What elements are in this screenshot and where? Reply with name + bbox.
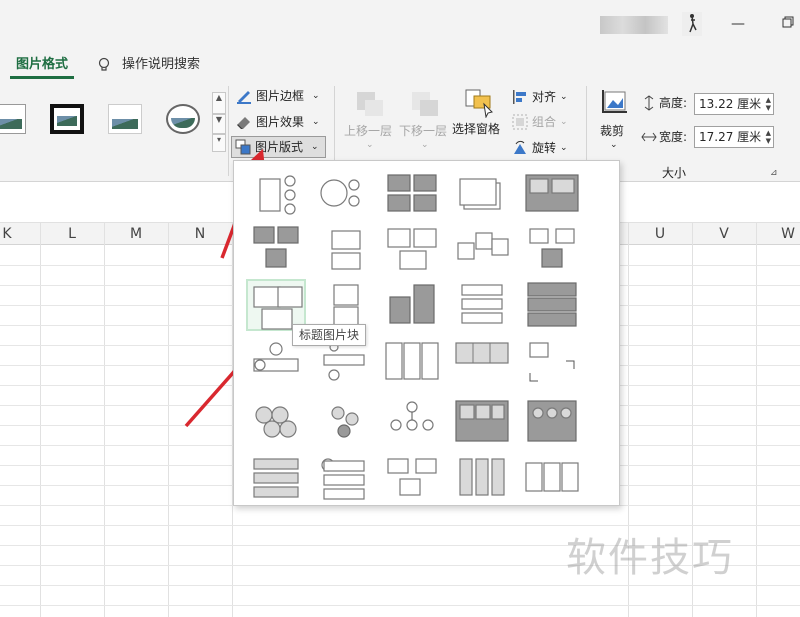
layout-thumbnail-icon (387, 458, 437, 496)
layout-thumbnail-icon (457, 232, 509, 260)
layout-thumbnail-icon (387, 174, 437, 212)
picture-layout-option[interactable] (314, 223, 374, 275)
layout-thumbnail-icon (459, 178, 501, 210)
picture-layout-option[interactable] (452, 223, 512, 275)
layout-thumbnail-icon (253, 458, 299, 498)
layout-thumbnail-icon (461, 284, 503, 324)
layout-thumbnail-icon (320, 179, 360, 207)
picture-layout-option[interactable] (246, 223, 306, 275)
picture-layout-option[interactable] (314, 169, 374, 221)
picture-layout-option[interactable] (452, 279, 512, 331)
picture-layout-option[interactable] (382, 223, 442, 275)
picture-layout-option[interactable] (246, 453, 306, 505)
picture-layout-option[interactable] (522, 337, 582, 389)
layout-thumbnail-icon (253, 226, 299, 268)
layout-thumbnail-icon (331, 230, 361, 270)
layout-thumbnail-icon (321, 458, 365, 500)
picture-layout-option[interactable] (382, 337, 442, 389)
picture-layout-option[interactable] (314, 397, 374, 449)
picture-layout-option[interactable] (522, 397, 582, 449)
layout-thumbnail-icon (525, 174, 579, 212)
layout-thumbnail-icon (527, 282, 577, 327)
layout-thumbnail-icon (259, 175, 296, 215)
layout-thumbnail-icon (387, 228, 437, 270)
picture-layout-option[interactable] (382, 279, 442, 331)
picture-layout-option[interactable] (382, 169, 442, 221)
gallery-item-tooltip: 标题图片块 (292, 324, 367, 346)
layout-thumbnail-icon (331, 406, 359, 438)
picture-layout-option[interactable] (452, 169, 512, 221)
layout-thumbnail-icon (529, 228, 575, 268)
layout-thumbnail-icon (459, 458, 505, 496)
picture-layout-option[interactable] (246, 169, 306, 221)
picture-layout-option[interactable] (522, 279, 582, 331)
watermark: 软件技巧 (566, 535, 734, 581)
layout-thumbnail-icon (385, 342, 439, 380)
layout-thumbnail-icon (455, 342, 509, 364)
layout-thumbnail-icon (455, 400, 509, 442)
picture-layout-option[interactable] (452, 337, 512, 389)
picture-layout-option[interactable] (314, 453, 374, 505)
layout-thumbnail-icon (525, 462, 579, 492)
layout-thumbnail-icon (390, 401, 434, 431)
layout-thumbnail-icon (529, 342, 575, 382)
picture-layout-option[interactable] (522, 453, 582, 505)
layout-thumbnail-icon (389, 284, 435, 324)
picture-layout-option[interactable] (382, 397, 442, 449)
picture-layout-option[interactable] (246, 397, 306, 449)
picture-layout-option[interactable] (522, 169, 582, 221)
picture-layout-option[interactable] (522, 223, 582, 275)
layout-thumbnail-icon (255, 406, 297, 438)
picture-layout-option[interactable] (452, 453, 512, 505)
picture-layout-option[interactable] (452, 397, 512, 449)
picture-layout-option[interactable] (382, 453, 442, 505)
layout-thumbnail-icon (527, 400, 577, 442)
